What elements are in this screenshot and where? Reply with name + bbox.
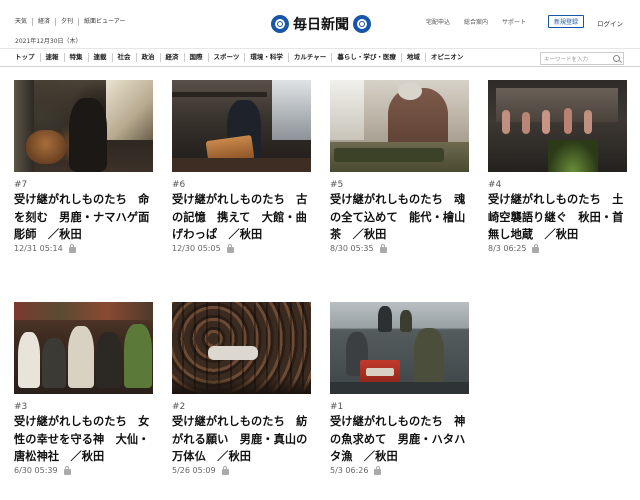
login-link[interactable]: ログイン (597, 18, 623, 28)
article-card[interactable]: #1 受け継がれしものたち 神の魚求めて 男鹿・ハタハタ漁 ／秋田 5/3 06… (330, 302, 469, 475)
nav-item-economy[interactable]: 経済 (159, 53, 184, 62)
nav-item-culture[interactable]: カルチャー (287, 53, 331, 62)
info-link[interactable]: 総合案内 (464, 17, 488, 26)
article-date: 12/31 05:14 (14, 243, 63, 253)
article-photo[interactable] (14, 80, 153, 172)
article-card[interactable]: #2 受け継がれしものたち 紡がれる願い 男鹿・真山の万体仏 ／秋田 5/26 … (172, 302, 311, 475)
logo-eye-icon (271, 15, 289, 33)
nav-item-politics[interactable]: 政治 (135, 53, 160, 62)
article-photo[interactable] (330, 80, 469, 172)
article-number: #5 (330, 180, 344, 190)
nav-item-region[interactable]: 地域 (400, 53, 425, 62)
util-link-economy[interactable]: 経済 (32, 18, 55, 26)
lock-icon (379, 243, 387, 253)
article-meta: 12/30 05:05 (172, 243, 311, 253)
logo-text: 毎日新聞 (293, 17, 349, 33)
util-link-viewer[interactable]: 紙面ビューアー (78, 18, 130, 26)
article-card[interactable]: #6 受け継がれしものたち 古の記憶 携えて 大館・曲げわっぱ ／秋田 12/3… (172, 80, 311, 253)
register-button[interactable]: 新規登録 (548, 15, 584, 28)
site-logo[interactable]: 毎日新聞 (271, 14, 371, 34)
nav-item-features[interactable]: 特集 (63, 53, 88, 62)
article-meta: 8/30 05:35 (330, 243, 469, 253)
article-meta: 6/30 05:39 (14, 465, 153, 475)
article-meta: 12/31 05:14 (14, 243, 153, 253)
article-date: 8/30 05:35 (330, 243, 374, 253)
current-date: 2021年12月30日（木） (15, 38, 82, 45)
article-date: 12/30 05:05 (172, 243, 221, 253)
article-number: #1 (330, 402, 344, 412)
article-photo[interactable] (330, 302, 469, 394)
article-date: 5/3 06:26 (330, 465, 369, 475)
article-date: 8/3 06:25 (488, 243, 527, 253)
article-title[interactable]: 受け継がれしものたち 古の記憶 携えて 大館・曲げわっぱ ／秋田 (172, 191, 311, 244)
article-title[interactable]: 受け継がれしものたち 魂の全て込めて 能代・檜山茶 ／秋田 (330, 191, 469, 244)
article-number: #3 (14, 402, 28, 412)
search-placeholder: キーワードを入力 (544, 56, 589, 63)
article-date: 5/26 05:09 (172, 465, 216, 475)
lock-icon (63, 465, 71, 475)
article-title[interactable]: 受け継がれしものたち 女性の幸せを守る神 大仙・唐松神社 ／秋田 (14, 413, 153, 466)
article-photo[interactable] (14, 302, 153, 394)
article-card[interactable]: #3 受け継がれしものたち 女性の幸せを守る神 大仙・唐松神社 ／秋田 6/30… (14, 302, 153, 475)
article-meta: 5/3 06:26 (330, 465, 469, 475)
article-photo[interactable] (172, 80, 311, 172)
lock-icon (226, 243, 234, 253)
logo-eye-icon (353, 15, 371, 33)
nav-item-top[interactable]: トップ (15, 53, 40, 62)
util-link-weather[interactable]: 天気 (15, 18, 32, 26)
article-photo[interactable] (488, 80, 627, 172)
article-photo[interactable] (172, 302, 311, 394)
article-card[interactable]: #5 受け継がれしものたち 魂の全て込めて 能代・檜山茶 ／秋田 8/30 05… (330, 80, 469, 253)
article-title[interactable]: 受け継がれしものたち 神の魚求めて 男鹿・ハタハタ漁 ／秋田 (330, 413, 469, 466)
article-number: #6 (172, 180, 186, 190)
search-input[interactable]: キーワードを入力 (540, 52, 624, 65)
account-links: 宅配申込 総合案内 サポート (426, 17, 540, 26)
nav-item-breaking[interactable]: 速報 (39, 53, 64, 62)
article-meta: 5/26 05:09 (172, 465, 311, 475)
main-nav: トップ 速報 特集 連載 社会 政治 経済 国際 スポーツ 環境・科学 カルチャ… (0, 48, 640, 67)
nav-item-series[interactable]: 連載 (87, 53, 112, 62)
lock-icon (374, 465, 382, 475)
nav-item-society[interactable]: 社会 (111, 53, 136, 62)
article-title[interactable]: 受け継がれしものたち 土崎空襲語り継ぐ 秋田・首無し地蔵 ／秋田 (488, 191, 627, 244)
site-header: 天気 経済 夕刊 紙面ビューアー 2021年12月30日（木） 毎日新聞 宅配申… (0, 0, 640, 48)
delivery-link[interactable]: 宅配申込 (426, 17, 450, 26)
lock-icon (68, 243, 76, 253)
support-link[interactable]: サポート (502, 17, 526, 26)
article-date: 6/30 05:39 (14, 465, 58, 475)
nav-item-sports[interactable]: スポーツ (207, 53, 245, 62)
article-number: #2 (172, 402, 186, 412)
lock-icon (221, 465, 229, 475)
article-meta: 8/3 06:25 (488, 243, 627, 253)
article-number: #4 (488, 180, 502, 190)
utility-links: 天気 経済 夕刊 紙面ビューアー (15, 18, 130, 26)
article-title[interactable]: 受け継がれしものたち 命を刻む 男鹿・ナマハゲ面彫師 ／秋田 (14, 191, 153, 244)
article-number: #7 (14, 180, 28, 190)
util-link-evening[interactable]: 夕刊 (55, 18, 78, 26)
nav-item-science[interactable]: 環境・科学 (244, 53, 288, 62)
nav-item-international[interactable]: 国際 (183, 53, 208, 62)
article-card[interactable]: #7 受け継がれしものたち 命を刻む 男鹿・ナマハゲ面彫師 ／秋田 12/31 … (14, 80, 153, 253)
nav-item-opinion[interactable]: オピニオン (424, 53, 469, 62)
nav-item-life[interactable]: 暮らし・学び・医療 (331, 53, 401, 62)
article-card[interactable]: #4 受け継がれしものたち 土崎空襲語り継ぐ 秋田・首無し地蔵 ／秋田 8/3 … (488, 80, 627, 253)
lock-icon (532, 243, 540, 253)
search-icon[interactable] (613, 55, 620, 62)
article-title[interactable]: 受け継がれしものたち 紡がれる願い 男鹿・真山の万体仏 ／秋田 (172, 413, 311, 466)
